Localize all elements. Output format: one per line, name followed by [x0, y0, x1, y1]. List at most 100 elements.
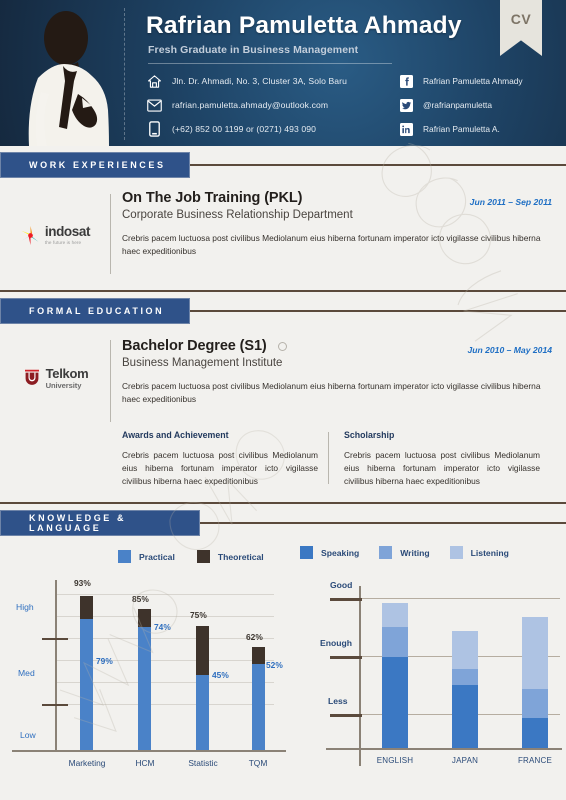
section-header-work: WORK EXPERIENCES [0, 152, 566, 178]
home-icon [146, 73, 163, 90]
gridline [56, 594, 274, 596]
bar-japan [452, 631, 478, 749]
section-bar-education: FORMAL EDUCATION [0, 298, 190, 324]
bar-value-statistic-total: 75% [190, 610, 207, 621]
cv-ribbon-label: CV [510, 11, 532, 27]
social-item-linkedin[interactable]: Rafrian Pamuletta A. [400, 118, 523, 140]
legend-item-speaking: Speaking [300, 546, 360, 560]
knowledge-chart-legend: Practical Theoretical [118, 550, 286, 564]
facebook-icon [400, 74, 413, 88]
section-rule-work [190, 164, 566, 166]
charts-area: Practical Theoretical High Med Low 93% 7… [0, 536, 566, 786]
education-date: Jun 2010 – May 2014 [467, 345, 552, 355]
y-label-med: Med [18, 668, 35, 679]
x-axis [12, 750, 286, 752]
bar-segment-speaking [522, 718, 548, 749]
social-linkedin-text: Rafrian Pamuletta A. [423, 124, 500, 134]
telkom-wordmark: Telkom [45, 365, 89, 381]
awards-text: Crebris pacem luctuosa post civilibus Me… [122, 450, 318, 487]
indosat-star-icon [21, 225, 40, 245]
circle-bullet-icon [277, 341, 287, 351]
legend-swatch-writing [379, 546, 393, 560]
telkom-sub-wordmark: University [45, 380, 82, 390]
section-title-work: WORK EXPERIENCES [29, 160, 166, 170]
y-label-less: Less [328, 696, 348, 707]
contact-list: Jln. Dr. Ahmadi, No. 3, Cluster 3A, Solo… [146, 70, 347, 142]
scholarship-heading: Scholarship [344, 430, 395, 440]
indosat-tagline: the future is here [44, 240, 82, 246]
bar-segment-theoretical [138, 609, 151, 628]
y-label-good: Good [330, 580, 353, 591]
contact-item-address: Jln. Dr. Ahmadi, No. 3, Cluster 3A, Solo… [146, 70, 347, 92]
x-label-hcm: HCM [135, 758, 155, 769]
section-bar-work: WORK EXPERIENCES [0, 152, 190, 178]
bar-segment-writing [452, 669, 478, 686]
bar-value-marketing-practical: 79% [96, 656, 113, 667]
education-entry: Telkom University Jun 2010 – May 2014 Ba… [0, 338, 566, 430]
bar-value-hcm-total: 85% [132, 594, 149, 605]
legend-label-theoretical: Theoretical [217, 551, 264, 562]
telkom-shield-icon [24, 369, 39, 385]
section-rule-knowledge [200, 522, 566, 525]
x-axis [326, 748, 562, 751]
social-list: Rafrian Pamuletta Ahmady @rafrianpamulet… [400, 70, 523, 142]
indosat-logo: indosat the future is here [0, 190, 110, 280]
bar-segment-speaking [382, 657, 408, 749]
y-axis [359, 586, 361, 767]
education-entry-content: Jun 2010 – May 2014 Bachelor Degree (S1)… [122, 338, 566, 406]
bar-hcm [138, 609, 151, 751]
work-description: Crebris pacem luctuosa post civilibus Me… [122, 233, 541, 257]
y-axis [55, 580, 57, 753]
bar-statistic [196, 626, 209, 751]
contact-item-phone: (+62) 852 00 1199 or (0271) 493 090 [146, 118, 347, 140]
bar-english [382, 603, 408, 749]
columns-separator [328, 432, 329, 485]
x-label-english: ENGLISH [376, 756, 414, 766]
education-detail-columns: Awards and Achievement Crebris pacem luc… [122, 430, 566, 488]
social-item-facebook[interactable]: Rafrian Pamuletta Ahmady [400, 70, 523, 92]
bar-segment-theoretical [80, 596, 93, 620]
y-label-enough: Enough [320, 638, 352, 649]
x-label-japan: JAPAN [451, 756, 479, 766]
bar-value-tqm-practical: 52% [266, 660, 283, 671]
legend-item-practical: Practical [118, 550, 175, 564]
legend-swatch-speaking [300, 546, 313, 560]
bar-segment-practical [80, 619, 93, 751]
work-subtitle: Corporate Business Relationship Departme… [122, 209, 353, 221]
bar-segment-listening [452, 631, 478, 670]
bar-value-statistic-practical: 45% [212, 670, 229, 681]
y-tick [330, 656, 362, 659]
social-item-twitter[interactable]: @rafrianpamuletta [400, 94, 523, 116]
x-label-statistic: Statistic [188, 758, 218, 769]
y-label-low: Low [20, 730, 36, 741]
knowledge-chart: High Med Low 93% 79% 85% 74% 75% 45% 62%… [0, 572, 286, 782]
header-rule [148, 63, 392, 64]
contact-item-email[interactable]: rafrian.pamuletta.ahmady@outlook.com [146, 94, 347, 116]
telkom-logo: Telkom University [0, 338, 110, 418]
y-tick [42, 704, 68, 707]
legend-item-listening: Listening [449, 546, 509, 560]
work-vertical-separator [110, 194, 111, 274]
work-entry: indosat the future is here Jun 2011 – Se… [0, 190, 566, 290]
section-rule-education [190, 310, 566, 312]
y-tick [42, 638, 68, 641]
y-tick [330, 714, 362, 717]
section-bar-knowledge: KNOWLEDGE & LANGUAGE [0, 510, 200, 537]
header-divider [124, 8, 125, 140]
legend-swatch-theoretical [196, 550, 210, 564]
legend-label-speaking: Speaking [321, 547, 360, 558]
bar-segment-practical [252, 664, 265, 751]
section-header-education: FORMAL EDUCATION [0, 298, 566, 324]
legend-item-writing: Writing [379, 546, 430, 560]
cv-ribbon-badge: CV [500, 0, 542, 56]
bar-segment-speaking [452, 685, 478, 749]
section-title-education: FORMAL EDUCATION [29, 306, 165, 316]
header-subtitle: Fresh Graduate in Business Management [148, 44, 359, 56]
bar-value-hcm-practical: 74% [154, 622, 171, 633]
awards-heading: Awards and Achievement [122, 430, 229, 440]
language-chart: Good Enough Less ENGLISH JAPAN FRANCE [296, 568, 566, 782]
linkedin-icon [400, 122, 413, 136]
x-label-france: FRANCE [517, 756, 553, 766]
bar-segment-practical [196, 675, 209, 751]
mobile-phone-icon [146, 121, 163, 138]
